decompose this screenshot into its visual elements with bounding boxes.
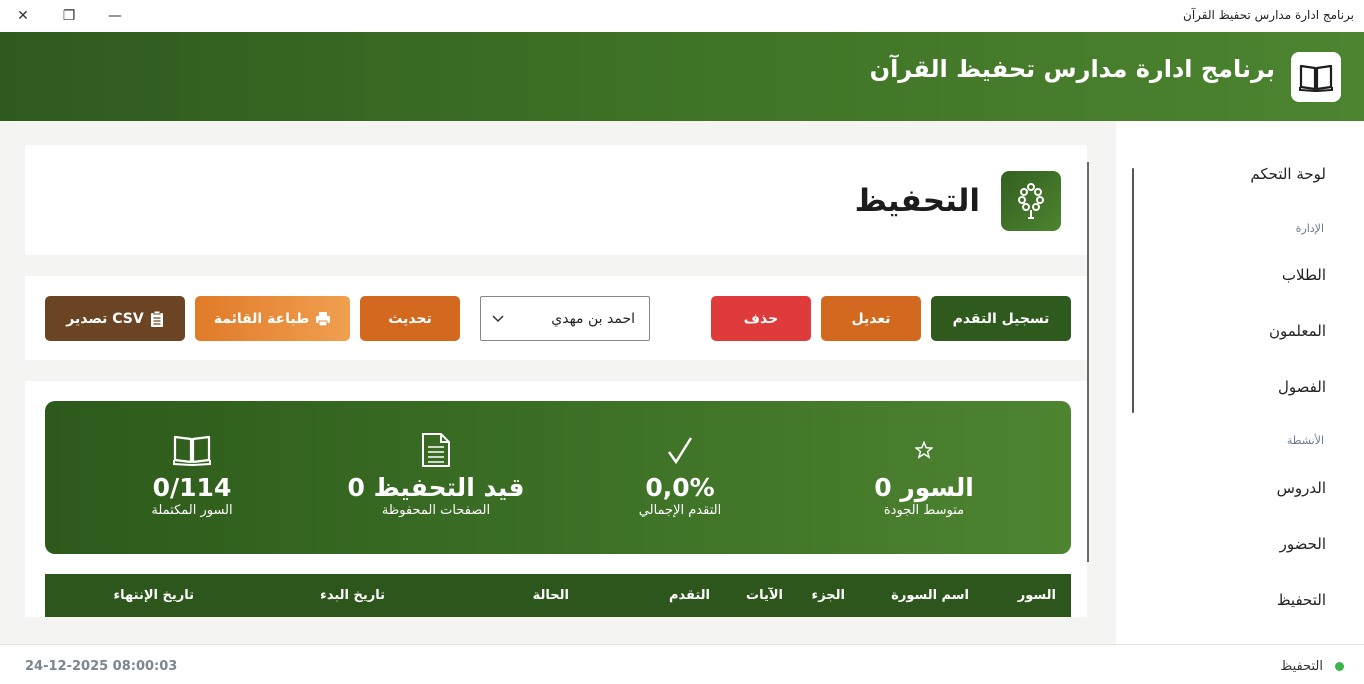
column-header-surah-name[interactable]: اسم السورة	[891, 588, 969, 603]
stat-surahs-completed: 0/114 السور المكتملة	[82, 431, 302, 518]
restore-icon[interactable]: ❐	[46, 0, 92, 32]
column-header-progress[interactable]: التقدم	[669, 588, 710, 603]
student-select[interactable]: احمد بن مهدي	[480, 296, 650, 341]
sidebar-item-memorization[interactable]: التحفيظ	[1277, 591, 1326, 609]
window-title: برنامج ادارة مدارس تحفيظ القرآن	[1183, 8, 1354, 22]
edit-button[interactable]: تعديل	[821, 296, 921, 341]
status-indicator	[1335, 662, 1344, 671]
sidebar-item-teachers[interactable]: المعلمون	[1269, 322, 1326, 340]
sidebar-item-classes[interactable]: الفصول	[1278, 378, 1326, 396]
clipboard-icon	[150, 310, 163, 327]
stat-quality: السور 0 متوسط الجودة	[814, 431, 1034, 518]
record-progress-label: تسجيل التقدم	[952, 310, 1050, 327]
sidebar-scrollbar[interactable]	[1132, 168, 1134, 413]
column-header-ayat[interactable]: الآيات	[746, 588, 783, 603]
refresh-label: تحديث	[388, 310, 432, 327]
table-header: السور اسم السورة الجزء الآيات التقدم الح…	[45, 574, 1071, 617]
edit-label: تعديل	[851, 310, 891, 327]
page-title: التحفيظ	[854, 183, 980, 219]
sidebar-section-admin: الإدارة	[1295, 222, 1324, 235]
toolbar: تسجيل التقدم تعديل حذف احمد بن مهدي تحدي…	[25, 276, 1087, 360]
print-list-label: طباعة القائمة	[213, 310, 310, 327]
stat-pages-label: الصفحات المحفوظة	[381, 503, 491, 518]
stat-quality-value: السور 0	[874, 473, 974, 502]
open-book-icon	[1291, 52, 1341, 102]
export-csv-button[interactable]: CSV تصدير	[45, 296, 185, 341]
stat-overall-label: التقدم الإجمالي	[638, 503, 722, 518]
column-header-start-date[interactable]: تاريخ البدء	[320, 588, 385, 603]
refresh-button[interactable]: تحديث	[360, 296, 460, 341]
main-scrollbar[interactable]	[1087, 162, 1089, 562]
stat-overall-progress: 0,0% التقدم الإجمالي	[570, 431, 790, 518]
printer-icon	[316, 311, 331, 326]
status-bar: التحفيظ 24-12-2025 08:00:03	[0, 644, 1364, 684]
sidebar-section-activities: الأنشطة	[1286, 434, 1324, 447]
column-header-juz[interactable]: الجزء	[812, 588, 845, 603]
prayer-beads-icon	[1001, 171, 1061, 231]
stat-pages-value: قيد التحفيظ 0	[347, 473, 525, 502]
status-datetime: 24-12-2025 08:00:03	[25, 659, 178, 674]
star-icon	[814, 431, 1034, 469]
stat-overall-value: 0,0%	[645, 473, 715, 502]
window-titlebar: ✕ ❐ — برنامج ادارة مدارس تحفيظ القرآن	[0, 0, 1364, 32]
app-title: برنامج ادارة مدارس تحفيظ القرآن	[869, 55, 1275, 83]
column-header-status[interactable]: الحالة	[533, 588, 569, 603]
app-header: برنامج ادارة مدارس تحفيظ القرآن	[0, 32, 1364, 121]
stat-pages: قيد التحفيظ 0 الصفحات المحفوظة	[326, 431, 546, 518]
delete-label: حذف	[743, 310, 779, 327]
minimize-icon[interactable]: —	[92, 0, 138, 32]
close-icon[interactable]: ✕	[0, 0, 46, 32]
document-icon	[326, 431, 546, 469]
delete-button[interactable]: حذف	[711, 296, 811, 341]
sidebar-item-attendance[interactable]: الحضور	[1280, 535, 1326, 553]
sidebar-item-students[interactable]: الطلاب	[1282, 266, 1326, 284]
chevron-down-icon	[492, 315, 504, 323]
sidebar-item-dashboard[interactable]: لوحة التحكم	[1250, 165, 1326, 183]
book-icon	[82, 431, 302, 469]
sidebar: لوحة التحكم الإدارة الطلاب المعلمون الفص…	[1116, 121, 1364, 644]
column-header-surah[interactable]: السور	[1018, 588, 1056, 603]
stat-surahs-label: السور المكتملة	[151, 503, 233, 518]
stat-quality-label: متوسط الجودة	[883, 503, 965, 518]
status-current-page: التحفيظ	[1280, 659, 1323, 674]
column-header-end-date[interactable]: تاريخ الإنتهاء	[114, 588, 194, 603]
stat-surahs-value: 0/114	[152, 473, 232, 502]
checkmark-icon	[570, 431, 790, 469]
page-header-card: التحفيظ	[25, 145, 1087, 255]
student-select-value: احمد بن مهدي	[551, 310, 635, 327]
record-progress-button[interactable]: تسجيل التقدم	[931, 296, 1071, 341]
content-card: السور 0 متوسط الجودة 0,0% التقدم الإجمال…	[25, 381, 1087, 617]
sidebar-item-lessons[interactable]: الدروس	[1277, 479, 1326, 497]
print-list-button[interactable]: طباعة القائمة	[195, 296, 350, 341]
export-csv-label: CSV تصدير	[66, 310, 144, 327]
stats-panel: السور 0 متوسط الجودة 0,0% التقدم الإجمال…	[45, 401, 1071, 554]
